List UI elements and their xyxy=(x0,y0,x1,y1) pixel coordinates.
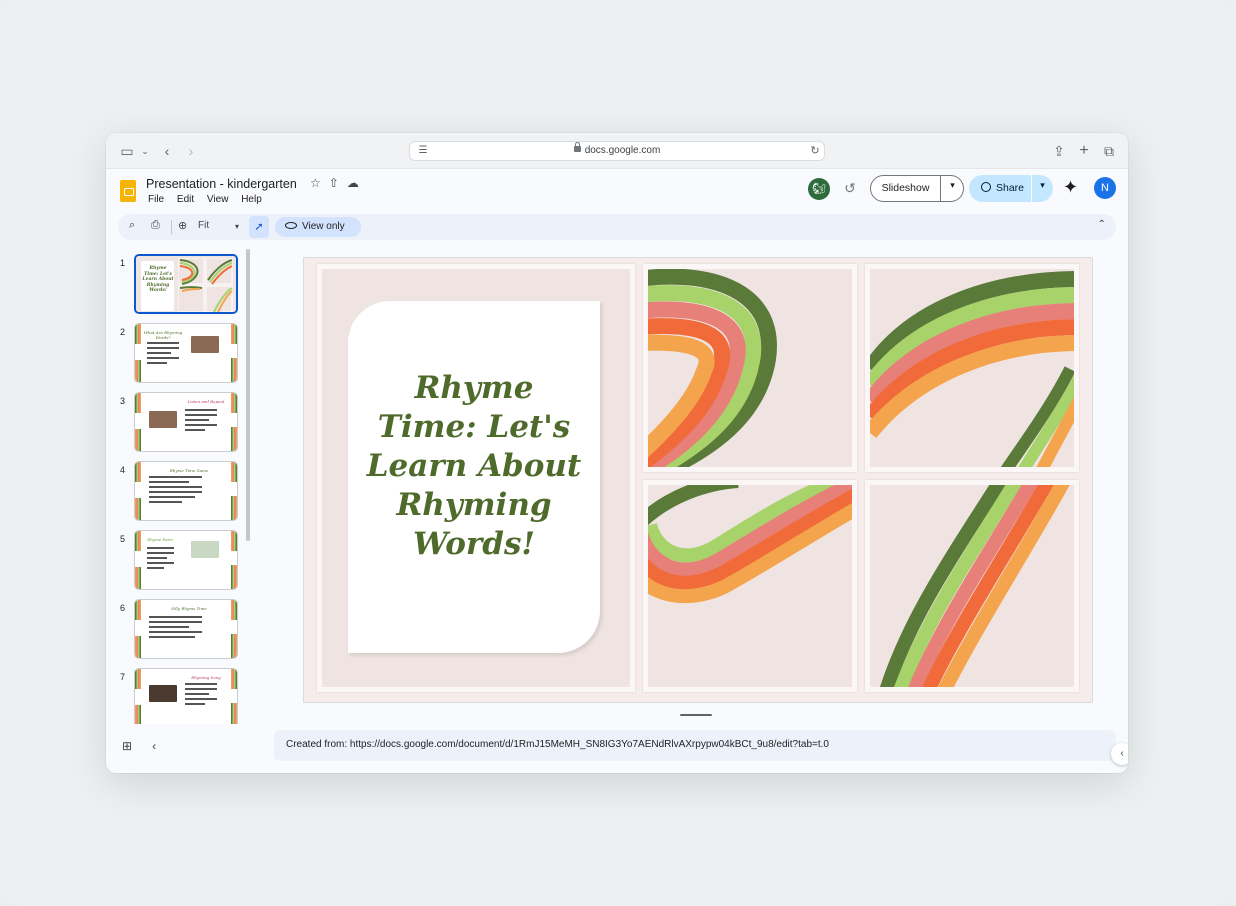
eye-icon xyxy=(285,222,297,229)
speaker-notes-text: Created from: https://docs.google.com/do… xyxy=(286,739,829,750)
slide-thumbnail[interactable]: What Are Rhyming Words? xyxy=(134,323,238,383)
current-slide: Rhyme Time: Let's Learn About Rhyming Wo… xyxy=(304,258,1092,702)
move-icon[interactable]: ⇧ xyxy=(329,176,347,190)
slide-thumbnail[interactable]: Rhyme Time: Let's Learn About Rhyming Wo… xyxy=(134,254,238,314)
thumbnail-title: Listen and Repeat xyxy=(187,399,225,404)
slide-thumbnail[interactable]: Rhyming Song xyxy=(134,668,238,724)
print-icon[interactable]: ⎙ xyxy=(151,219,160,232)
thumbnail-photo xyxy=(149,685,177,702)
speaker-notes[interactable]: Created from: https://docs.google.com/do… xyxy=(274,730,1116,761)
zoom-dropdown-icon[interactable]: ▾ xyxy=(235,222,239,231)
notes-resize-handle[interactable] xyxy=(680,714,712,716)
select-pointer-icon[interactable]: ➚ xyxy=(249,216,269,238)
filmstrip-slide-3[interactable]: 3 Listen and Repeat xyxy=(106,392,256,454)
share-page-icon[interactable]: ⇪ xyxy=(1050,142,1068,160)
filmstrip-slide-4[interactable]: 4 Rhyme Time Game xyxy=(106,461,256,523)
collaborator-avatar[interactable]: 🐿 xyxy=(808,178,830,200)
zoom-icon[interactable]: ⊕ xyxy=(178,219,187,232)
slide-number: 7 xyxy=(120,672,126,682)
filmstrip-controls: ⊞ ‹ xyxy=(122,739,176,753)
filmstrip-slide-1[interactable]: 1 Rhyme Time: Let's Learn About Rhyming … xyxy=(106,254,256,316)
collapse-filmstrip-icon[interactable]: ‹ xyxy=(152,739,156,753)
thumbnail-title: Rhyming Song xyxy=(191,675,221,680)
slide-number: 6 xyxy=(120,603,126,613)
menu-help[interactable]: Help xyxy=(241,194,262,205)
slide-number: 5 xyxy=(120,534,126,544)
zoom-select[interactable]: Fit xyxy=(198,220,209,231)
globe-icon xyxy=(981,182,991,192)
menu-file[interactable]: File xyxy=(148,194,164,205)
slide-number: 3 xyxy=(120,396,126,406)
thumbnail-photo xyxy=(191,336,219,353)
filmstrip-scrollbar[interactable] xyxy=(246,249,250,541)
cloud-status-icon[interactable]: ☁ xyxy=(347,176,367,190)
view-only-badge[interactable]: View only xyxy=(275,217,361,237)
thumbnail-title: Rhyme Time: Let's Learn About Rhyming Wo… xyxy=(142,266,174,293)
menu-bar: File Edit View Help xyxy=(148,194,272,205)
editing-toolbar: ⌕ ⎙ ⊕ Fit ▾ ➚ View only ⌃ xyxy=(118,214,1116,240)
share-label: Share xyxy=(996,182,1025,194)
star-icon[interactable]: ☆ xyxy=(310,176,329,190)
thumbnail-title: What Are Rhyming Words? xyxy=(143,330,183,340)
slide-thumbnail[interactable]: Rhyme Time Game xyxy=(134,461,238,521)
ribbon-panel-top-right xyxy=(865,264,1079,472)
slideshow-button[interactable]: Slideshow ▾ xyxy=(870,175,964,202)
thumbnail-title: Silly Rhyme Time xyxy=(171,606,207,611)
filmstrip-slide-7[interactable]: 7 Rhyming Song xyxy=(106,668,256,724)
document-title[interactable]: Presentation - kindergarten xyxy=(146,177,297,191)
share-dropdown-icon[interactable]: ▾ xyxy=(1032,180,1053,191)
slide-canvas[interactable]: Rhyme Time: Let's Learn About Rhyming Wo… xyxy=(303,257,1093,703)
slide-thumbnail[interactable]: Rhyme Pairs xyxy=(134,530,238,590)
ribbon-panel-bottom-right xyxy=(865,480,1079,692)
filmstrip-slide-6[interactable]: 6 Silly Rhyme Time xyxy=(106,599,256,661)
slide-number: 2 xyxy=(120,327,126,337)
menu-view[interactable]: View xyxy=(207,194,229,205)
ribbon-panel-top-middle xyxy=(643,264,857,472)
back-icon[interactable]: ‹ xyxy=(158,142,176,160)
url-text: docs.google.com xyxy=(584,145,661,156)
gemini-sparkle-icon[interactable]: ✦ xyxy=(1063,177,1078,198)
slides-logo-icon[interactable] xyxy=(120,180,136,202)
slide-number: 4 xyxy=(120,465,126,475)
browser-toolbar: ▭ ⌄ ‹ › ☰ docs.google.com ↻ ⇪ + ⧉ xyxy=(106,133,1128,169)
thumbnail-ribbon-graphic xyxy=(178,258,233,312)
thumbnail-title: Rhyme Pairs xyxy=(147,537,173,542)
share-button[interactable]: Share ▾ xyxy=(969,175,1053,202)
collapse-toolbar-icon[interactable]: ⌃ xyxy=(1098,219,1106,230)
sidebar-toggle-icon[interactable]: ▭ xyxy=(118,142,136,160)
tab-overview-icon[interactable]: ⧉ xyxy=(1100,142,1118,160)
view-only-label: View only xyxy=(302,221,345,232)
filmstrip-slide-5[interactable]: 5 Rhyme Pairs xyxy=(106,530,256,592)
version-history-icon[interactable]: ↺ xyxy=(841,179,859,197)
browser-window: ▭ ⌄ ‹ › ☰ docs.google.com ↻ ⇪ + ⧉ Presen… xyxy=(106,133,1128,773)
thumbnail-photo xyxy=(149,411,177,428)
address-bar[interactable]: ☰ docs.google.com ↻ xyxy=(409,141,825,161)
search-menus-icon[interactable]: ⌕ xyxy=(129,219,135,232)
new-tab-icon[interactable]: + xyxy=(1075,142,1093,160)
forward-icon[interactable]: › xyxy=(182,142,200,160)
lock-icon xyxy=(573,142,581,152)
ribbon-panel-bottom-middle xyxy=(643,480,857,692)
side-panel-toggle-icon[interactable]: ‹ xyxy=(1111,743,1128,765)
slide-title: Rhyme Time: Let's Learn About Rhyming Wo… xyxy=(366,370,582,562)
thumbnail-title: Rhyme Time Game xyxy=(169,468,209,473)
slideshow-label: Slideshow xyxy=(881,182,930,194)
slide-thumbnail[interactable]: Listen and Repeat xyxy=(134,392,238,452)
slide-thumbnail[interactable]: Silly Rhyme Time xyxy=(134,599,238,659)
slideshow-dropdown-icon[interactable]: ▾ xyxy=(941,180,964,191)
filmstrip-slide-2[interactable]: 2 What Are Rhyming Words? xyxy=(106,323,256,385)
title-panel: Rhyme Time: Let's Learn About Rhyming Wo… xyxy=(317,264,635,692)
chevron-down-icon[interactable]: ⌄ xyxy=(136,142,154,160)
app-header: Presentation - kindergarten ☆⇧☁ File Edi… xyxy=(106,169,1128,213)
thumbnail-photo xyxy=(191,541,219,558)
title-actions: ☆⇧☁ xyxy=(310,176,367,190)
slide-number: 1 xyxy=(120,258,126,268)
reload-icon[interactable]: ↻ xyxy=(806,142,824,160)
grid-view-icon[interactable]: ⊞ xyxy=(122,739,132,753)
slide-filmstrip: 1 Rhyme Time: Let's Learn About Rhyming … xyxy=(106,249,256,724)
user-avatar[interactable]: N xyxy=(1094,177,1116,199)
menu-edit[interactable]: Edit xyxy=(177,194,194,205)
